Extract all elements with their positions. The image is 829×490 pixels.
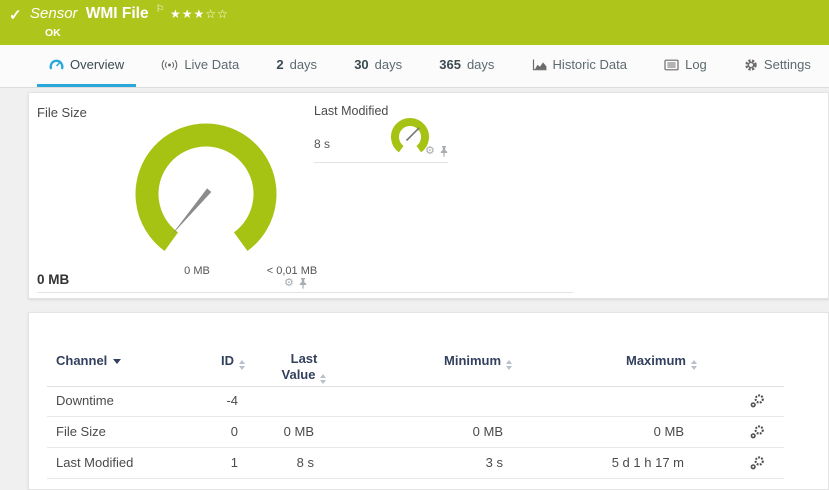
gauges-panel: File Size 0 MB < 0,01 MB 0 MB ⚙ Last Mod… — [28, 92, 829, 299]
file-size-gauge-title: File Size — [37, 105, 87, 120]
column-label: Minimum — [444, 353, 501, 368]
tab-2-days[interactable]: 2 days — [264, 45, 329, 87]
tab-number: 365 — [439, 57, 461, 72]
sensor-title-bar: ✓ Sensor WMI File ⚐ ★★★☆☆ OK — [0, 0, 829, 45]
last-modified-gauge-title: Last Modified — [314, 104, 388, 118]
tab-label: Overview — [70, 57, 124, 72]
tab-live-data[interactable]: Live Data — [149, 45, 251, 87]
gauge-needle — [407, 128, 420, 141]
file-size-widget-actions: ⚙ — [284, 277, 308, 289]
column-label: ID — [221, 353, 234, 368]
tab-number: 2 — [276, 57, 283, 72]
channel-minimum: 3 s — [413, 448, 503, 478]
tab-overview[interactable]: Overview — [37, 45, 136, 87]
tab-historic-data[interactable]: Historic Data — [520, 45, 639, 87]
channel-name: File Size — [56, 417, 106, 447]
broadcast-icon — [161, 59, 178, 71]
status-ok-check-icon: ✓ — [9, 6, 22, 24]
tab-number: 30 — [354, 57, 368, 72]
sort-arrows-icon — [239, 360, 245, 370]
tab-bar: Overview Live Data 2 days 30 days 365 da… — [0, 45, 829, 88]
column-label: Maximum — [626, 353, 686, 368]
sensor-status-badge: OK — [45, 27, 61, 39]
tab-label: Live Data — [184, 57, 239, 72]
file-size-widget-divider — [37, 292, 573, 293]
table-row-last-modified[interactable]: Last Modified 1 8 s 3 s 5 d 1 h 17 m — [47, 448, 784, 479]
edit-channel-gears-icon[interactable] — [749, 424, 765, 440]
channel-last-value: 0 MB — [244, 417, 314, 447]
channel-maximum: 0 MB — [594, 417, 684, 447]
edit-channel-gears-icon[interactable] — [749, 393, 765, 409]
gauge-needle — [171, 188, 212, 236]
priority-stars[interactable]: ★★★☆☆ — [170, 7, 229, 21]
column-header-id[interactable]: ID — [179, 353, 245, 370]
tab-settings[interactable]: Settings — [732, 45, 823, 87]
column-label: Channel — [56, 353, 107, 368]
last-modified-widget-actions: ⚙ — [425, 145, 449, 157]
tab-label: days — [375, 57, 402, 72]
tab-label: days — [467, 57, 494, 72]
flag-icon[interactable]: ⚐ — [156, 4, 165, 15]
tab-365-days[interactable]: 365 days — [427, 45, 506, 87]
log-icon — [664, 59, 679, 71]
column-header-last-value[interactable]: Last Value — [269, 351, 339, 384]
channel-minimum: 0 MB — [413, 417, 503, 447]
column-header-maximum[interactable]: Maximum — [626, 353, 697, 370]
last-modified-widget-divider — [314, 162, 448, 163]
channel-id: -4 — [179, 386, 238, 416]
tab-30-days[interactable]: 30 days — [342, 45, 414, 87]
file-size-gauge — [126, 114, 286, 274]
sort-arrows-icon — [506, 360, 512, 370]
channel-id: 0 — [179, 417, 238, 447]
last-modified-current-value: 8 s — [314, 137, 330, 151]
tab-label: Settings — [764, 57, 811, 72]
sort-arrows-icon — [320, 374, 326, 384]
column-label: Last — [291, 351, 318, 366]
channels-panel: Channel ID Last Value Minimum Maximum Do… — [28, 312, 829, 490]
gauge-icon — [49, 58, 64, 71]
tab-label: Historic Data — [553, 57, 627, 72]
channel-maximum: 5 d 1 h 17 m — [594, 448, 684, 478]
sort-arrows-icon — [691, 360, 697, 370]
pin-icon[interactable] — [298, 277, 308, 289]
tab-label: days — [290, 57, 317, 72]
pin-icon[interactable] — [439, 145, 449, 157]
column-header-channel[interactable]: Channel — [56, 353, 121, 368]
channel-name: Downtime — [56, 386, 114, 416]
column-header-minimum[interactable]: Minimum — [444, 353, 512, 370]
column-label: Value — [282, 367, 316, 382]
area-chart-icon — [532, 59, 547, 71]
gear-icon[interactable]: ⚙ — [284, 278, 294, 289]
chevron-down-icon — [113, 359, 121, 364]
channel-last-value: 8 s — [244, 448, 314, 478]
channel-name: Last Modified — [56, 448, 133, 478]
gear-icon — [744, 58, 758, 72]
file-size-scale-max: < 0,01 MB — [242, 265, 342, 277]
table-row-file-size[interactable]: File Size 0 0 MB 0 MB 0 MB — [47, 417, 784, 448]
file-size-scale-min: 0 MB — [147, 265, 247, 277]
tab-log[interactable]: Log — [652, 45, 719, 87]
sensor-name: WMI File — [86, 5, 149, 22]
sensor-title: Sensor WMI File ⚐ — [30, 5, 165, 23]
gear-icon[interactable]: ⚙ — [425, 146, 435, 157]
channel-id: 1 — [179, 448, 238, 478]
file-size-current-value: 0 MB — [37, 272, 69, 287]
tab-label: Log — [685, 57, 707, 72]
sensor-label: Sensor — [30, 5, 78, 22]
edit-channel-gears-icon[interactable] — [749, 455, 765, 471]
table-row-downtime[interactable]: Downtime -4 — [47, 386, 784, 417]
